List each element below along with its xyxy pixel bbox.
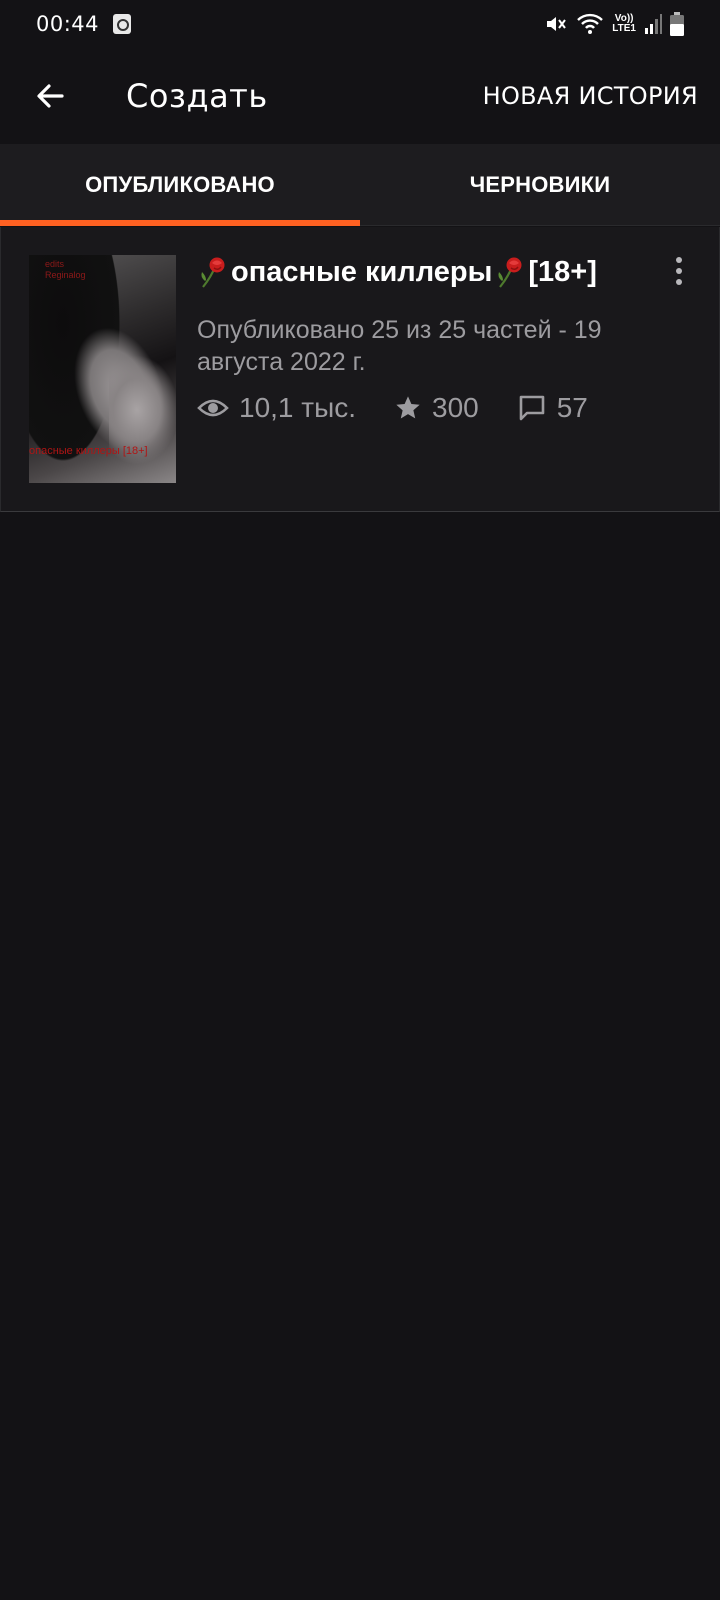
tab-drafts[interactable]: ЧЕРНОВИКИ xyxy=(360,144,720,225)
arrow-left-icon xyxy=(37,84,64,108)
comments-count: 57 xyxy=(556,392,588,423)
rose-icon xyxy=(201,257,225,288)
comments-stat: 57 xyxy=(517,392,588,424)
story-title-text: опасные киллеры xyxy=(231,255,493,288)
tab-published[interactable]: ОПУБЛИКОВАНО xyxy=(0,144,360,226)
lte-label: LTE1 xyxy=(612,23,636,34)
screen-recorder-icon xyxy=(113,14,132,34)
comment-icon xyxy=(519,395,545,421)
votes-count: 300 xyxy=(432,392,479,423)
more-options-button[interactable] xyxy=(661,251,697,291)
back-button[interactable] xyxy=(26,72,74,120)
rose-icon xyxy=(498,257,522,288)
status-time: 00:44 xyxy=(36,12,100,36)
new-story-button[interactable]: НОВАЯ ИСТОРИЯ xyxy=(483,82,698,110)
status-icons: Vo)) LTE1 xyxy=(544,12,684,36)
cover-top-text: edits Reginalog xyxy=(45,259,86,280)
wifi-icon xyxy=(577,13,604,34)
more-vertical-icon-dot xyxy=(676,268,682,274)
star-icon xyxy=(396,396,420,419)
battery-icon xyxy=(670,12,684,36)
views-stat: 10,1 тыс. xyxy=(197,392,356,424)
story-card[interactable]: edits Reginalog опасные киллеры [18+] опа… xyxy=(0,227,720,512)
views-count: 10,1 тыс. xyxy=(239,392,357,423)
app-bar: Создать НОВАЯ ИСТОРИЯ xyxy=(0,48,720,144)
more-vertical-icon-dot xyxy=(676,279,682,285)
story-stats: 10,1 тыс. 300 57 xyxy=(197,392,626,424)
tab-bar: ОПУБЛИКОВАНО ЧЕРНОВИКИ xyxy=(0,144,720,226)
status-bar: 00:44 Vo)) LTE1 xyxy=(0,0,720,48)
cover-bottom-text: опасные киллеры [18+] xyxy=(29,445,148,457)
story-title-suffix: [18+] xyxy=(528,255,597,288)
more-vertical-icon-dot xyxy=(676,257,682,263)
story-title[interactable]: опасные киллеры [18+] xyxy=(197,255,597,289)
story-cover-image[interactable]: edits Reginalog опасные киллеры [18+] xyxy=(29,255,176,483)
story-publish-info: Опубликовано 25 из 25 частей - 19 август… xyxy=(197,316,602,376)
page-title: Создать xyxy=(126,77,268,115)
lte-indicator: Vo)) LTE1 xyxy=(612,14,636,34)
eye-icon xyxy=(197,399,229,417)
signal-icon xyxy=(645,14,662,34)
mute-icon xyxy=(547,17,567,31)
votes-stat: 300 xyxy=(394,392,479,424)
